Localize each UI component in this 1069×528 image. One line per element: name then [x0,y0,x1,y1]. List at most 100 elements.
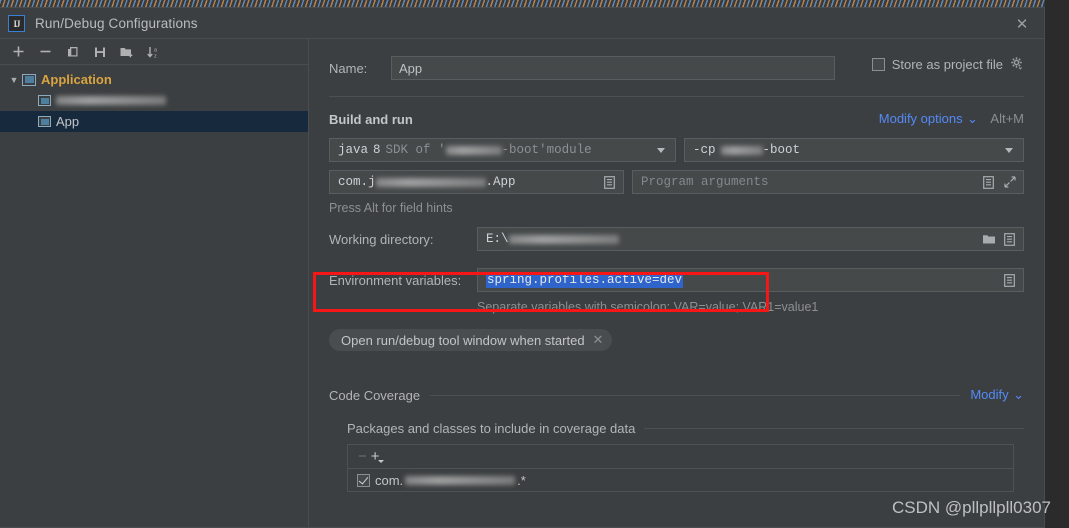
sort-az-icon[interactable]: a z [141,41,166,63]
expand-macro-icon[interactable] [979,172,998,192]
header-divider [329,96,1024,97]
dialog-titlebar: IJ Run/Debug Configurations ✕ [0,8,1044,39]
chevron-down-icon[interactable]: ⌄ [1013,387,1024,402]
code-coverage-title: Code Coverage [329,387,421,403]
name-label: Name: [329,60,368,76]
environment-variables-value: spring.profiles.active=dev [486,272,684,288]
dialog-body: a z ▼ Application App Name: App Store as… [0,39,1044,527]
code-coverage-divider [430,394,961,396]
field-hints-text: Press Alt for field hints [329,201,453,215]
sdk-and-classpath-row: java 8 SDK of ' -boot' module -cp -boot [329,138,1024,162]
run-debug-configurations-dialog: IJ Run/Debug Configurations ✕ a z ▼ Appl… [0,7,1045,528]
expand-editor-icon[interactable] [1000,172,1019,192]
tree-item-redacted[interactable] [0,90,308,111]
packages-header: Packages and classes to include in cover… [347,421,1024,436]
environment-variables-hint: Separate variables with semicolon: VAR=v… [477,300,819,314]
build-and-run-fields: java 8 SDK of ' -boot' module -cp -boot [329,138,1024,215]
environment-variables-input[interactable]: spring.profiles.active=dev [477,268,1024,292]
packages-list-box: − + com. .* [347,444,1014,492]
main-class-and-args-row: com.j .App Program arguments [329,170,1024,194]
folder-add-icon[interactable] [114,41,139,63]
right-background-strip [1045,0,1069,528]
svg-text:z: z [154,53,157,59]
store-as-project-file-row[interactable]: Store as project file [871,56,1024,73]
redacted-configuration-name [56,96,166,105]
sdk-of-prefix: SDK of ' [385,143,446,157]
sdk-module-suffix: -boot' [501,143,547,157]
watermark-text: CSDN @pllpllpll0307 [892,498,1051,517]
copy-icon[interactable] [60,41,85,63]
redacted-classpath-module [720,145,763,155]
sdk-version: 8 [373,143,381,157]
configurations-tree: ▼ Application App [0,65,308,527]
open-tool-window-chip-label: Open run/debug tool window when started [341,332,585,348]
dialog-title: Run/Debug Configurations [35,16,198,31]
environment-variables-label: Environment variables: [329,272,462,288]
sdk-module-word: module [546,143,592,157]
plus-icon[interactable] [6,41,31,63]
packages-title: Packages and classes to include in cover… [347,421,636,436]
packages-list-item[interactable]: com. .* [348,469,1013,491]
jre-module-combo[interactable]: java 8 SDK of ' -boot' module [329,138,676,162]
program-arguments-input[interactable]: Program arguments [632,170,1024,194]
working-directory-row: Working directory: E:\ [329,227,1024,251]
configuration-editor-panel: Name: App Store as project file Build an… [309,39,1044,527]
folder-icon[interactable] [979,229,998,249]
expand-macro-icon[interactable] [1000,270,1019,290]
application-icon [22,73,36,86]
sidebar-toolbar: a z [0,39,308,65]
main-class-prefix: com.j [338,175,376,189]
code-coverage-modify-link[interactable]: Modify [970,387,1008,402]
program-arguments-placeholder: Program arguments [641,175,769,189]
configuration-icon [38,116,51,127]
packages-divider [644,428,1024,429]
name-input-value: App [399,60,423,76]
build-and-run-header: Build and run Modify options ⌄ Alt+M [329,110,1024,128]
configurations-sidebar: a z ▼ Application App [0,39,309,527]
classpath-combo[interactable]: -cp -boot [684,138,1024,162]
name-input[interactable]: App [391,56,835,80]
packages-toolbar: − + [348,445,1013,469]
open-tool-window-chip[interactable]: Open run/debug tool window when started … [329,329,613,351]
minus-icon[interactable] [33,41,58,63]
redacted-working-directory [508,234,619,244]
build-and-run-title: Build and run [329,111,413,127]
store-as-project-file-label: Store as project file [891,57,1003,72]
gear-icon[interactable] [1010,56,1024,73]
modify-options-shortcut: Alt+M [990,111,1024,126]
package-include-checkbox[interactable] [357,473,370,487]
main-class-suffix: .App [485,175,516,189]
chevron-down-icon[interactable] [657,147,665,153]
chevron-down-icon[interactable]: ⌄ [967,111,978,126]
tree-group-label: Application [41,72,112,87]
classpath-suffix: -boot [762,143,801,157]
add-package-button[interactable]: + [371,449,384,464]
redacted-main-class-package [375,177,486,187]
screen-root: IJ Run/Debug Configurations ✕ a z ▼ Appl… [0,0,1069,528]
classpath-prefix: -cp [693,143,716,157]
working-directory-input[interactable]: E:\ [477,227,1024,251]
package-prefix: com. [375,472,404,488]
sdk-java-word: java [338,143,369,157]
tree-item-label: App [56,114,80,129]
remove-package-button[interactable]: − [358,449,367,464]
environment-variables-row: Environment variables: spring.profiles.a… [329,268,1024,292]
working-directory-value-prefix: E:\ [486,232,509,246]
expand-macro-icon[interactable] [600,172,619,192]
modify-options-link[interactable]: Modify options [879,111,963,126]
intellij-logo-icon: IJ [8,15,25,32]
tree-group-application[interactable]: ▼ Application [0,69,308,90]
chevron-down-icon[interactable] [1005,147,1013,153]
store-as-project-file-checkbox[interactable] [871,58,885,71]
working-directory-label: Working directory: [329,231,434,247]
close-icon[interactable]: ✕ [1014,16,1030,32]
configuration-icon [38,95,51,106]
redacted-package-name [405,475,516,485]
save-icon[interactable] [87,41,112,63]
expand-macro-icon[interactable] [1000,229,1019,249]
main-class-input[interactable]: com.j .App [329,170,624,194]
close-small-icon[interactable]: ✕ [593,332,604,348]
chevron-down-icon[interactable]: ▼ [6,75,22,85]
tree-item-app[interactable]: App [0,111,308,132]
redacted-module-name [445,145,502,155]
